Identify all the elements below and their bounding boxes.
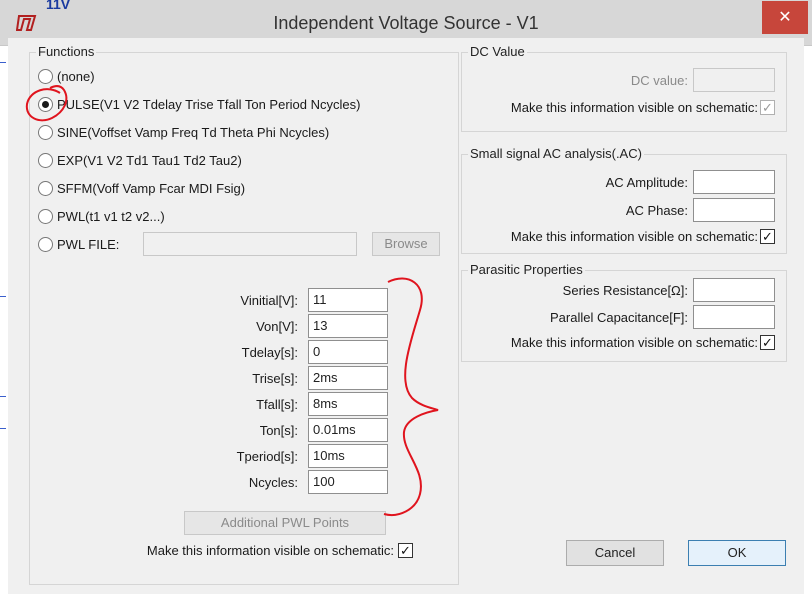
parasitic-visible-label: Make this information visible on schemat… bbox=[510, 335, 758, 350]
ac-phase-label: AC Phase: bbox=[625, 203, 688, 218]
param-input-tfall[interactable]: 8ms bbox=[308, 392, 388, 416]
radio-label: PWL(t1 v1 t2 v2...) bbox=[57, 208, 165, 224]
background-wire bbox=[0, 396, 6, 397]
background-label: 11V bbox=[46, 0, 71, 12]
param-input-vinitial[interactable]: 11 bbox=[308, 288, 388, 312]
pwl-file-input[interactable] bbox=[143, 232, 357, 256]
functions-group-title: Functions bbox=[36, 44, 97, 59]
window-title: Independent Voltage Source - V1 bbox=[273, 13, 539, 33]
radio-pulse[interactable]: PULSE(V1 V2 Tdelay Trise Tfall Ton Perio… bbox=[38, 95, 360, 113]
dialog-body: Functions (none) PULSE(V1 V2 Tdelay Tris… bbox=[8, 38, 804, 594]
close-button[interactable]: ✕ bbox=[762, 1, 808, 34]
ac-amplitude-label: AC Amplitude: bbox=[605, 175, 688, 190]
radio-label: EXP(V1 V2 Td1 Tau1 Td2 Tau2) bbox=[57, 152, 242, 168]
ac-analysis-group-title: Small signal AC analysis(.AC) bbox=[468, 146, 644, 161]
ac-visible-checkbox[interactable]: ✓ bbox=[760, 229, 775, 244]
radio-button[interactable] bbox=[38, 236, 53, 252]
param-input-ton[interactable]: 0.01ms bbox=[308, 418, 388, 442]
radio-button[interactable] bbox=[38, 152, 53, 168]
param-input-tperiod[interactable]: 10ms bbox=[308, 444, 388, 468]
parasitic-group-title: Parasitic Properties bbox=[468, 262, 585, 277]
parallel-capacitance-label: Parallel Capacitance[F]: bbox=[549, 310, 688, 325]
radio-label: SFFM(Voff Vamp Fcar MDI Fsig) bbox=[57, 180, 246, 196]
ac-amplitude-input[interactable] bbox=[693, 170, 775, 194]
param-label-vinitial: Vinitial[V]: bbox=[240, 293, 298, 308]
param-label-tdelay: Tdelay[s]: bbox=[241, 345, 298, 360]
radio-none[interactable]: (none) bbox=[38, 67, 95, 85]
parallel-capacitance-input[interactable] bbox=[693, 305, 775, 329]
background-wire bbox=[0, 428, 6, 429]
functions-visible-checkbox[interactable]: ✓ bbox=[398, 543, 413, 558]
ok-button[interactable]: OK bbox=[688, 540, 786, 566]
param-input-ncycles[interactable]: 100 bbox=[308, 470, 388, 494]
radio-label: PULSE(V1 V2 Tdelay Trise Tfall Ton Perio… bbox=[57, 96, 361, 112]
radio-label: PWL FILE: bbox=[57, 236, 120, 252]
dc-visible-checkbox[interactable]: ✓ bbox=[760, 100, 775, 115]
param-input-tdelay[interactable]: 0 bbox=[308, 340, 388, 364]
radio-sine[interactable]: SINE(Voffset Vamp Freq Td Theta Phi Ncyc… bbox=[38, 123, 329, 141]
functions-visible-label: Make this information visible on schemat… bbox=[146, 543, 394, 558]
background-wire bbox=[0, 296, 6, 297]
radio-pwl[interactable]: PWL(t1 v1 t2 v2...) bbox=[38, 207, 165, 225]
param-label-ncycles: Ncycles: bbox=[248, 475, 298, 490]
ac-visible-label: Make this information visible on schemat… bbox=[510, 229, 758, 244]
dc-visible-label: Make this information visible on schemat… bbox=[510, 100, 758, 115]
series-resistance-input[interactable] bbox=[693, 278, 775, 302]
radio-button[interactable] bbox=[38, 68, 53, 84]
param-label-tperiod: Tperiod[s]: bbox=[236, 449, 298, 464]
browse-button[interactable]: Browse bbox=[372, 232, 440, 256]
radio-button[interactable] bbox=[38, 208, 53, 224]
cancel-button[interactable]: Cancel bbox=[566, 540, 664, 566]
functions-group: Functions (none) PULSE(V1 V2 Tdelay Tris… bbox=[29, 44, 459, 585]
ac-analysis-group: Small signal AC analysis(.AC) AC Amplitu… bbox=[461, 146, 787, 254]
param-label-ton: Ton[s]: bbox=[259, 423, 298, 438]
parasitic-visible-checkbox[interactable]: ✓ bbox=[760, 335, 775, 350]
radio-button[interactable] bbox=[38, 96, 53, 112]
dc-value-input[interactable] bbox=[693, 68, 775, 92]
radio-sffm[interactable]: SFFM(Voff Vamp Fcar MDI Fsig) bbox=[38, 179, 245, 197]
radio-exp[interactable]: EXP(V1 V2 Td1 Tau1 Td2 Tau2) bbox=[38, 151, 242, 169]
dc-value-group-title: DC Value bbox=[468, 44, 527, 59]
param-label-von: Von[V]: bbox=[256, 319, 298, 334]
radio-label: SINE(Voffset Vamp Freq Td Theta Phi Ncyc… bbox=[57, 124, 330, 140]
param-label-tfall: Tfall[s]: bbox=[256, 397, 298, 412]
param-label-trise: Trise[s]: bbox=[252, 371, 298, 386]
param-input-von[interactable]: 13 bbox=[308, 314, 388, 338]
series-resistance-label: Series Resistance[Ω]: bbox=[562, 283, 688, 298]
radio-button[interactable] bbox=[38, 124, 53, 140]
parasitic-group: Parasitic Properties Series Resistance[Ω… bbox=[461, 262, 787, 362]
radio-button[interactable] bbox=[38, 180, 53, 196]
dc-value-label: DC value: bbox=[630, 73, 688, 88]
param-input-trise[interactable]: 2ms bbox=[308, 366, 388, 390]
radio-label: (none) bbox=[57, 68, 95, 84]
dc-value-group: DC Value DC value: Make this information… bbox=[461, 44, 787, 132]
ac-phase-input[interactable] bbox=[693, 198, 775, 222]
additional-pwl-points-button[interactable]: Additional PWL Points bbox=[184, 511, 386, 535]
background-wire bbox=[0, 62, 6, 63]
radio-pwl-file[interactable]: PWL FILE: bbox=[38, 235, 119, 253]
